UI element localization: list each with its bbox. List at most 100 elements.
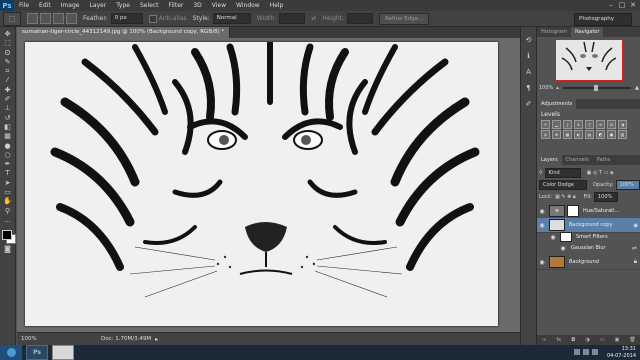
visibility-eye-icon[interactable]: ◉ [538,259,546,266]
hand-tool-icon[interactable]: ✋ [2,197,14,206]
hue-saturation-icon[interactable]: ≡ [596,120,605,129]
visibility-eye-icon[interactable]: ◉ [549,234,557,241]
quick-mask-icon[interactable]: ◙ [2,245,14,254]
new-selection-icon[interactable] [27,13,38,24]
path-selection-tool-icon[interactable]: ➤ [2,179,14,188]
layer-style-icon[interactable]: fx [556,337,561,343]
blend-mode-select[interactable]: Color Dodge [539,180,587,190]
exposure-icon[interactable]: ± [574,120,583,129]
gaussian-blur-row[interactable]: ◉ Gaussian Blur ⇌ [537,243,640,253]
move-tool-icon[interactable]: ✥ [2,30,14,39]
properties-panel-icon[interactable]: ℹ [524,51,534,61]
clock[interactable]: 13:31 04-07-2014 [607,346,636,359]
invert-icon[interactable]: ◐ [574,130,583,139]
tiger-sketch-image[interactable] [25,42,498,326]
navigator-preview[interactable] [555,39,623,81]
brush-panel-icon[interactable]: ✐ [524,99,534,109]
document-tab[interactable]: sumatran-tiger-circle_44312149.jpg @ 100… [17,27,231,38]
levels-icon[interactable]: ▁ [552,120,561,129]
eyedropper-tool-icon[interactable]: ⁄ [2,76,14,85]
character-panel-icon[interactable]: A [524,67,534,77]
document-size-info[interactable]: Doc: 1.70M/3.49M [101,336,151,342]
zoom-level[interactable]: 100% [17,336,61,342]
menu-3d[interactable]: 3D [188,2,206,9]
threshold-icon[interactable]: ◩ [596,130,605,139]
type-tool-icon[interactable]: T [2,169,14,178]
layer-row[interactable]: ◉ ≡ Hue/Saturati... [537,204,640,219]
smart-filters-row[interactable]: ◉ Smart Filters [537,232,640,242]
layer-kind-select[interactable]: Kind [544,168,581,178]
layer-name[interactable]: Background [569,259,599,265]
menu-view[interactable]: View [207,2,231,9]
taskbar-photoshop-button[interactable]: Ps [26,345,48,360]
menu-select[interactable]: Select [135,2,164,9]
visibility-eye-icon[interactable]: ◉ [559,245,567,252]
layer-filter-icons[interactable]: ▣ ◎ T ▭ ◈ [587,170,614,176]
color-lookup-icon[interactable]: ▦ [563,130,572,139]
subtract-selection-icon[interactable] [53,13,64,24]
refine-edge-button[interactable]: Refine Edge... [379,12,430,25]
menu-edit[interactable]: Edit [34,2,56,9]
width-input[interactable] [279,13,306,24]
layer-name[interactable]: Background copy [569,222,612,228]
filter-mask-thumbnail[interactable] [560,232,572,242]
lock-icons[interactable]: ▦ ✎ ✥ 🔒︎ [555,194,576,200]
dodge-tool-icon[interactable]: ○ [2,151,14,160]
more-tools-icon[interactable]: … [2,216,14,225]
visibility-eye-icon[interactable]: ◉ [538,208,546,215]
curves-icon[interactable]: ∫ [563,120,572,129]
brightness-contrast-icon[interactable]: ☼ [541,120,550,129]
new-group-icon[interactable]: ▭ [600,337,605,343]
layer-row-selected[interactable]: ◉ Background copy ◈ [537,218,640,233]
navigator-zoom-value[interactable]: 100% [539,85,553,91]
tab-histogram[interactable]: Histogram [537,27,571,37]
layer-mask-thumbnail[interactable] [567,205,579,217]
opacity-input[interactable]: 100% [615,180,640,190]
taskbar-explorer-button[interactable] [52,345,74,360]
fill-input[interactable]: 100% [594,192,618,202]
layer-row[interactable]: ◉ Background 🔒︎ [537,255,640,270]
antialias-checkbox[interactable] [148,14,157,23]
feather-input[interactable]: 0 px [110,13,143,24]
color-balance-icon[interactable]: ⚖ [607,120,616,129]
blur-tool-icon[interactable]: ● [2,142,14,151]
maximize-button[interactable]: □ [617,1,627,9]
quick-select-tool-icon[interactable]: ✎ [2,58,14,67]
close-button[interactable]: ✕ [628,1,638,9]
pen-tool-icon[interactable]: ✒ [2,160,14,169]
menu-layer[interactable]: Layer [84,2,111,9]
crop-tool-icon[interactable]: ⌗ [2,67,14,76]
photo-filter-icon[interactable]: ◎ [541,130,550,139]
link-layers-icon[interactable]: ∞ [542,337,546,343]
paragraph-panel-icon[interactable]: ¶ [524,83,534,93]
history-panel-icon[interactable]: ⟲ [524,35,534,45]
zoom-in-icon[interactable]: ▲ [635,85,639,91]
posterize-icon[interactable]: ▤ [585,130,594,139]
gradient-tool-icon[interactable]: ▦ [2,132,14,141]
shape-tool-icon[interactable]: ▭ [2,188,14,197]
eraser-tool-icon[interactable]: ◧ [2,123,14,132]
menu-window[interactable]: Window [231,2,265,9]
zoom-tool-icon[interactable]: ⚲ [2,207,14,216]
status-menu-arrow-icon[interactable]: ▸ [155,336,158,343]
zoom-out-icon[interactable]: ▴ [556,85,559,91]
menu-image[interactable]: Image [56,2,85,9]
marquee-tool-icon[interactable]: ⬚ [2,39,14,48]
history-brush-tool-icon[interactable]: ↺ [2,114,14,123]
tab-paths[interactable]: Paths [593,155,615,165]
tool-preset-picker[interactable]: ⬚ [3,11,21,26]
healing-brush-tool-icon[interactable]: ✚ [2,86,14,95]
filter-options-icon[interactable]: ⇌ [632,245,637,252]
swap-icon[interactable]: ⇄ [311,15,316,22]
menu-filter[interactable]: Filter [164,2,189,9]
color-swatches[interactable] [1,229,16,245]
tab-channels[interactable]: Channels [562,155,593,165]
tab-adjustments[interactable]: Adjustments [537,99,577,109]
zoom-slider-knob[interactable] [593,84,598,91]
new-adjustment-icon[interactable]: ◑ [585,337,589,343]
add-mask-icon[interactable]: ◘ [571,337,575,343]
vibrance-icon[interactable]: ▽ [585,120,594,129]
visibility-eye-icon[interactable]: ◉ [538,222,546,229]
tab-layers[interactable]: Layers [537,155,562,165]
volume-icon[interactable] [592,349,598,355]
